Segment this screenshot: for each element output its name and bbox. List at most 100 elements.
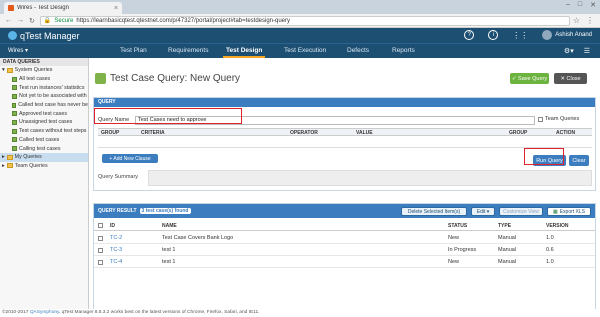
edit-dropdown-button[interactable]: Edit ▾ xyxy=(471,207,495,216)
tree-system-queries[interactable]: ▾ System Queries xyxy=(0,66,88,75)
forward-icon[interactable]: → xyxy=(17,17,24,24)
customize-view-button[interactable]: Customize View xyxy=(499,207,543,216)
page-title-text: Test Case Query: New Query xyxy=(110,73,241,84)
tree-label: System Queries xyxy=(14,67,53,74)
tab-close-icon[interactable]: × xyxy=(114,5,118,12)
main-content: Test Case Query: New Query ✓ Save Query … xyxy=(89,58,600,317)
team-queries-option[interactable]: Team Queries xyxy=(538,116,579,122)
app-name: qTest Manager xyxy=(20,30,80,41)
row-id-link[interactable]: TC-4 xyxy=(110,259,122,265)
nav-defects[interactable]: Defects xyxy=(347,47,369,54)
expand-icon[interactable]: ▸ xyxy=(2,154,5,160)
tree-item[interactable]: Approved test cases xyxy=(0,109,88,118)
user-menu[interactable]: Ashish Anand xyxy=(542,30,592,40)
tree-my-queries[interactable]: ▸ My Queries xyxy=(0,152,88,162)
tree-item[interactable]: Unassigned test cases xyxy=(0,118,88,127)
folder-icon xyxy=(6,154,13,160)
page-title: Test Case Query: New Query xyxy=(95,73,240,84)
col-status: STATUS xyxy=(448,223,468,229)
row-version: 1.0 xyxy=(546,259,554,265)
tree-item-label: Test run instances' statistics xyxy=(19,84,85,91)
tree-item-label: Calling test cases xyxy=(19,145,61,152)
col-type: TYPE xyxy=(498,223,512,229)
tree-item[interactable]: Called test cases xyxy=(0,136,88,145)
row-name: test 1 xyxy=(162,259,176,265)
minimize-icon[interactable]: – xyxy=(566,1,570,9)
save-query-button[interactable]: ✓ Save Query xyxy=(510,73,549,84)
result-title-text: QUERY RESULT xyxy=(98,208,137,214)
table-row[interactable]: TC-4 test 1 New Manual 1.0 xyxy=(94,257,595,268)
menu-icon[interactable]: ☰ xyxy=(584,47,590,55)
nav-reports[interactable]: Reports xyxy=(392,47,415,54)
row-status: New xyxy=(448,235,460,241)
team-queries-label: Team Queries xyxy=(545,116,580,122)
collapse-icon[interactable]: ▾ xyxy=(2,67,5,73)
project-selector[interactable]: Wires ▾ xyxy=(8,47,28,54)
tree-item[interactable]: Test run instances' statistics xyxy=(0,83,88,92)
menu-dots-icon[interactable]: ⋮ xyxy=(586,16,594,25)
footer: ©2010-2017 QASymphony. qTest Manager 8.5… xyxy=(0,309,600,317)
avatar xyxy=(542,30,553,40)
row-id-link[interactable]: TC-3 xyxy=(110,247,122,253)
tree-item[interactable]: Calling test cases xyxy=(0,144,88,153)
header-actions: ? i ⋮⋮ Ashish Anand xyxy=(464,30,592,40)
query-icon xyxy=(12,137,17,143)
export-xls-button[interactable]: ▦ Export XLS xyxy=(547,207,591,216)
reload-icon[interactable]: ↻ xyxy=(29,17,35,25)
query-summary-box xyxy=(148,170,592,186)
add-new-clause-button[interactable]: + Add New Clause xyxy=(102,154,158,163)
tree-item-label: Unassigned test cases xyxy=(19,119,73,126)
info-icon[interactable]: i xyxy=(488,30,499,40)
col-name: NAME xyxy=(162,223,177,229)
sidebar-header: DATA QUERIES xyxy=(0,58,88,66)
query-icon xyxy=(12,76,17,82)
row-version: 1.0 xyxy=(546,235,554,241)
team-queries-checkbox[interactable] xyxy=(538,116,543,122)
help-icon[interactable]: ? xyxy=(464,30,475,40)
table-row[interactable]: TC-3 test 1 In Progress Manual 0.6 xyxy=(94,245,595,256)
row-status: New xyxy=(448,259,460,265)
clear-button[interactable]: Clear xyxy=(569,155,589,166)
browser-tab[interactable]: Wires - Test Design × xyxy=(4,2,122,14)
tab-title: Wires - Test Design xyxy=(17,5,69,11)
nav-test-execution[interactable]: Test Execution xyxy=(284,47,326,54)
query-icon xyxy=(12,102,17,108)
tree-item[interactable]: Not yet to be associated with xyxy=(0,92,88,101)
tree-item[interactable]: Test cases without test steps xyxy=(0,127,88,136)
row-type: Manual xyxy=(498,259,517,265)
query-result-panel: QUERY RESULT 3 test case(s) found Delete… xyxy=(93,203,596,317)
gear-icon[interactable]: ⚙▾ xyxy=(564,47,574,55)
star-icon[interactable]: ☆ xyxy=(573,16,580,25)
nav-test-design[interactable]: Test Design xyxy=(226,47,262,54)
qtest-logo-icon xyxy=(8,31,17,40)
tree-label: My Queries xyxy=(14,154,42,161)
maximize-icon[interactable]: □ xyxy=(578,1,582,9)
col-version: VERSION xyxy=(546,223,569,229)
expand-icon[interactable]: ▸ xyxy=(2,163,5,169)
query-tree: ▾ System Queries All test cases Test run… xyxy=(0,66,88,170)
result-title: QUERY RESULT 3 test case(s) found xyxy=(98,208,191,214)
app-logo[interactable]: qTest Manager xyxy=(8,31,80,41)
nav-test-plan[interactable]: Test Plan xyxy=(120,47,147,54)
tree-team-queries[interactable]: ▸ Team Queries xyxy=(0,162,88,171)
close-button[interactable]: ✕ Close xyxy=(554,73,587,84)
result-count-badge: 3 test case(s) found xyxy=(139,208,191,214)
row-id-link[interactable]: TC-2 xyxy=(110,235,122,241)
delete-selected-button[interactable]: Delete Selected Item(s) xyxy=(401,207,467,216)
result-table-header: ID NAME STATUS TYPE VERSION xyxy=(94,222,595,231)
run-query-highlight xyxy=(524,148,564,165)
footer-company-link[interactable]: QASymphony xyxy=(30,310,59,315)
window-close-icon[interactable]: ✕ xyxy=(590,1,596,9)
tree-item[interactable]: Called test case has never be xyxy=(0,101,88,110)
back-icon[interactable]: ← xyxy=(5,17,12,24)
row-status: In Progress xyxy=(448,247,477,253)
tree-item[interactable]: All test cases xyxy=(0,75,88,84)
url-field[interactable]: 🔒 Secure https://learnbasicqtest.qtestne… xyxy=(39,15,570,26)
table-row[interactable]: TC-2 Test Case Covers Bank Logo New Manu… xyxy=(94,233,595,244)
query-page-icon xyxy=(95,73,106,84)
query-summary-label: Query Summary xyxy=(98,174,139,180)
col-id: ID xyxy=(110,223,115,229)
nav-requirements[interactable]: Requirements xyxy=(168,47,208,54)
export-xls-label: Export XLS xyxy=(559,208,586,215)
grid-menu-icon[interactable]: ⋮⋮ xyxy=(512,31,528,40)
